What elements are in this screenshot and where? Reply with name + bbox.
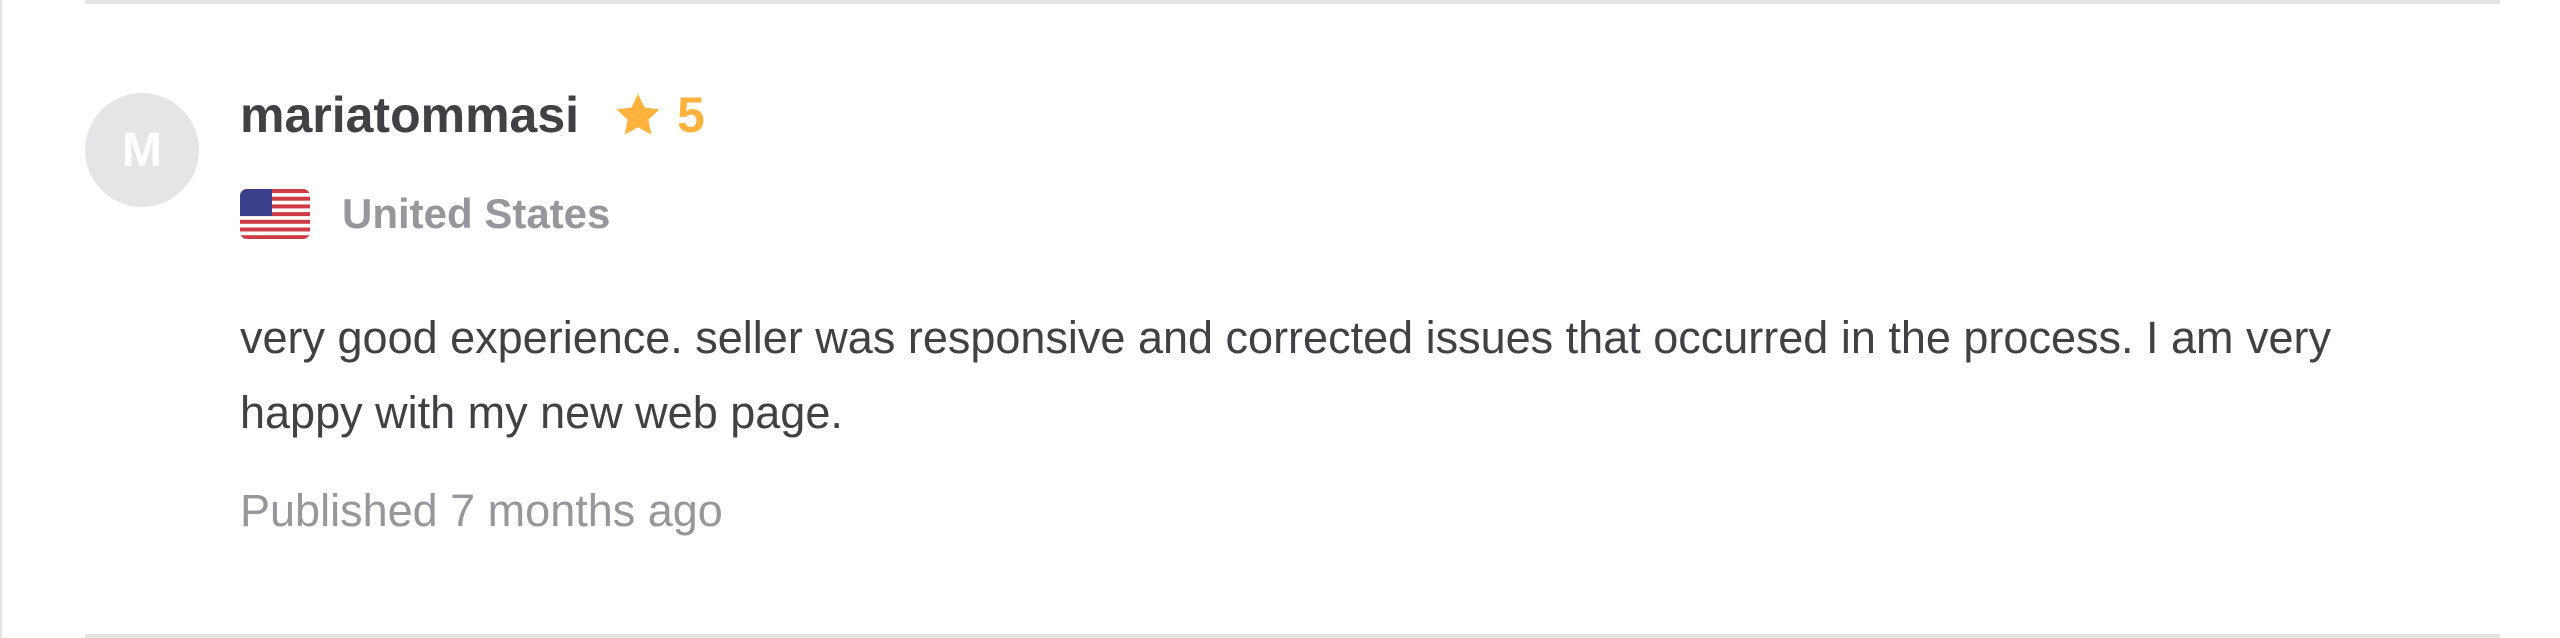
review-header: mariatommasi 5 [240, 80, 705, 150]
star-icon [616, 93, 660, 135]
bottom-divider [85, 634, 2500, 638]
review-text: very good experience. seller was respons… [240, 312, 2332, 438]
rating: 5 [613, 86, 705, 144]
us-flag-icon [240, 189, 310, 239]
avatar[interactable]: M [85, 93, 199, 207]
country-name: United States [342, 190, 611, 237]
published-date: Published 7 months ago [240, 485, 723, 536]
reviewer-username[interactable]: mariatommasi [240, 86, 579, 144]
reviewer-country: United States [240, 186, 610, 242]
rating-value: 5 [677, 87, 705, 143]
top-divider [85, 0, 2500, 4]
panel-left-border [0, 0, 2, 638]
